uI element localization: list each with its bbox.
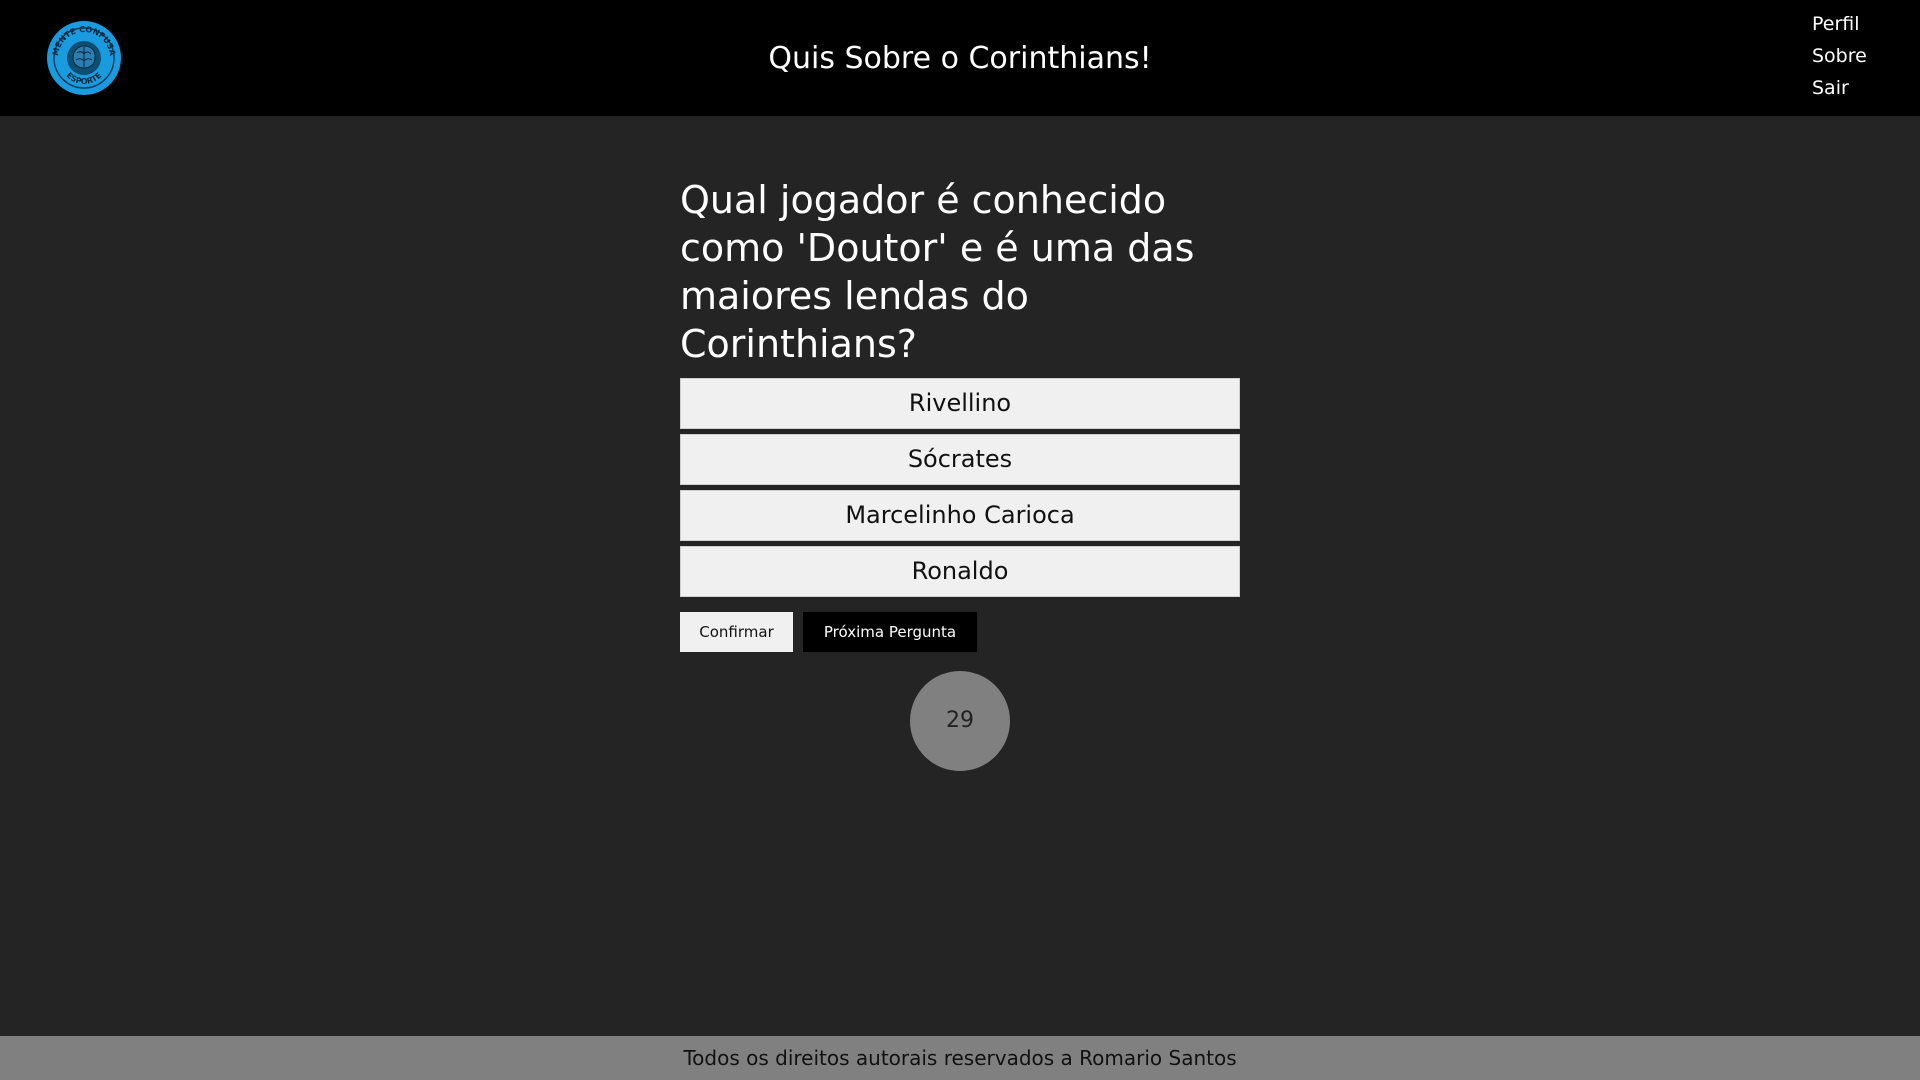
countdown-timer: 29 <box>910 671 1010 771</box>
next-question-button[interactable]: Próxima Pergunta <box>803 612 977 652</box>
answer-option-2[interactable]: Sócrates <box>680 434 1240 485</box>
nav-link-sobre[interactable]: Sobre <box>1812 40 1880 72</box>
answer-option-4[interactable]: Ronaldo <box>680 546 1240 597</box>
quiz-container: Qual jogador é conhecido como 'Doutor' e… <box>680 176 1240 652</box>
confirm-button[interactable]: Confirmar <box>680 612 793 652</box>
top-bar: MENTE CONFUSA ESPORTE Quis Sobre o Corin… <box>0 0 1920 116</box>
page-title: Quis Sobre o Corinthians! <box>768 41 1152 76</box>
answer-list: Rivellino Sócrates Marcelinho Carioca Ro… <box>680 378 1240 597</box>
nav-link-perfil[interactable]: Perfil <box>1812 8 1880 40</box>
question-text: Qual jogador é conhecido como 'Doutor' e… <box>680 178 1195 366</box>
answer-option-1[interactable]: Rivellino <box>680 378 1240 429</box>
nav-link-sair[interactable]: Sair <box>1812 72 1880 104</box>
quiz-page: MENTE CONFUSA ESPORTE Quis Sobre o Corin… <box>0 0 1920 1080</box>
footer-copyright: Todos os direitos autorais reservados a … <box>0 1036 1920 1080</box>
top-nav: Perfil Sobre Sair <box>1812 8 1880 104</box>
quiz-actions: Confirmar Próxima Pergunta <box>680 612 1240 652</box>
answer-option-3[interactable]: Marcelinho Carioca <box>680 490 1240 541</box>
